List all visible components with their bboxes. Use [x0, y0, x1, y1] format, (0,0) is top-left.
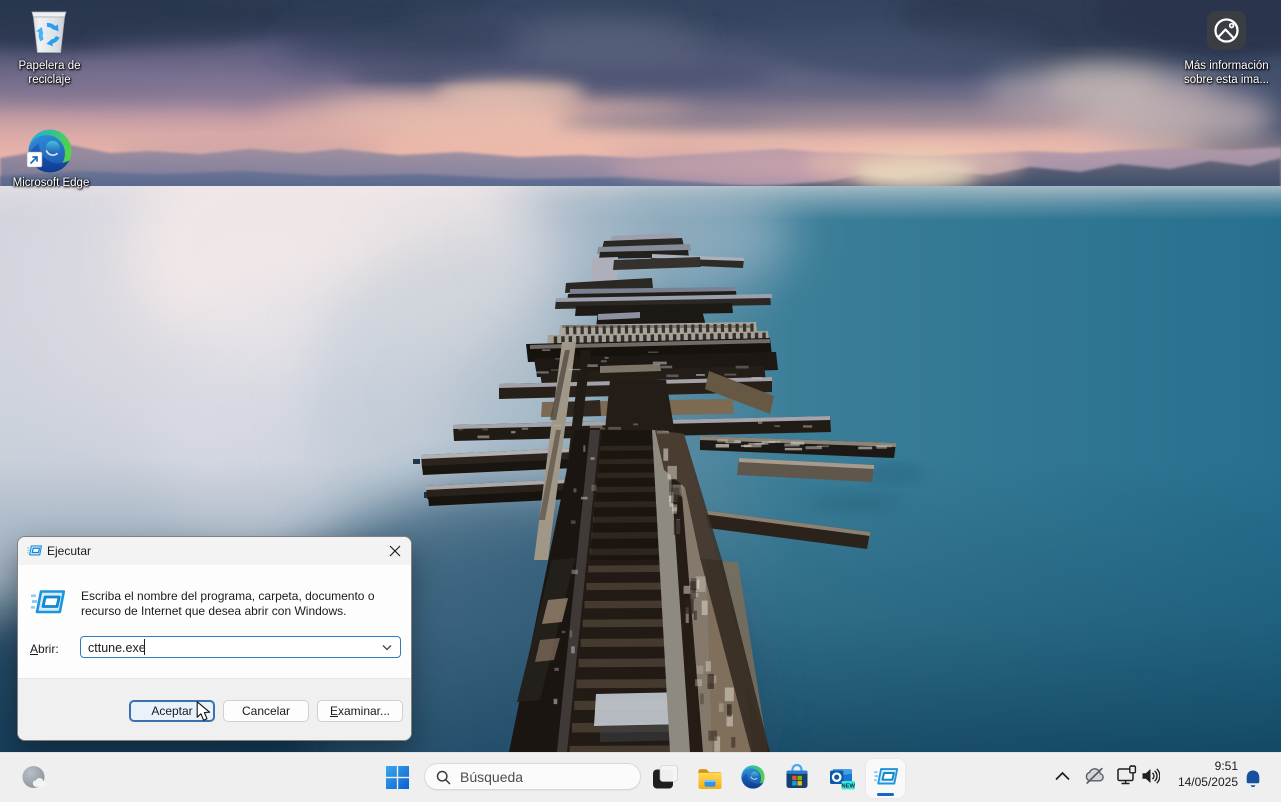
svg-text:NEW: NEW: [841, 784, 855, 790]
